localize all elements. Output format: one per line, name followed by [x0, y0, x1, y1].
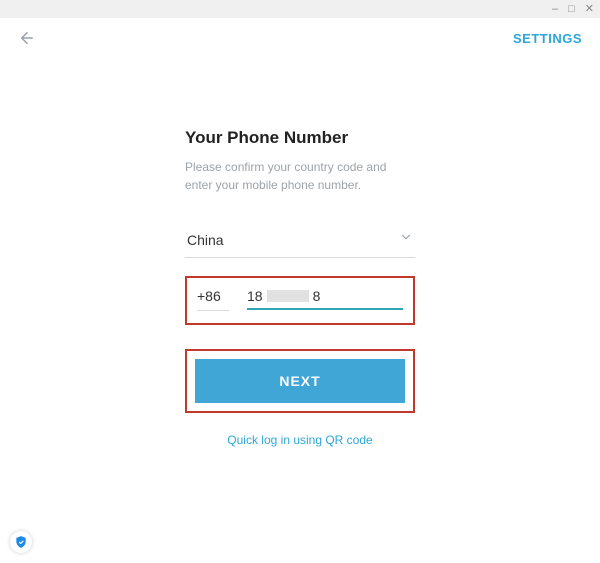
login-form: Your Phone Number Please confirm your co…	[185, 128, 415, 447]
next-highlight-box: NEXT	[185, 349, 415, 413]
country-label: China	[187, 232, 224, 248]
window-titlebar: – □ ✕	[0, 0, 600, 18]
phone-redacted	[267, 290, 309, 302]
country-code-field[interactable]: +86	[197, 288, 229, 311]
next-button[interactable]: NEXT	[195, 359, 405, 403]
back-arrow-icon[interactable]	[18, 29, 36, 47]
page-title: Your Phone Number	[185, 128, 415, 148]
maximize-button[interactable]: □	[568, 4, 575, 15]
phone-prefix: 18	[247, 288, 263, 304]
phone-suffix: 8	[313, 288, 321, 304]
page-subtitle: Please confirm your country code and ent…	[185, 158, 415, 194]
qr-login-link[interactable]: Quick log in using QR code	[185, 433, 415, 447]
close-button[interactable]: ✕	[585, 4, 594, 15]
country-select[interactable]: China	[185, 226, 415, 258]
content: Your Phone Number Please confirm your co…	[0, 58, 600, 447]
shield-icon[interactable]	[10, 531, 32, 553]
settings-link[interactable]: SETTINGS	[513, 31, 582, 46]
topbar: SETTINGS	[0, 18, 600, 58]
phone-highlight-box: +86 18 8	[185, 276, 415, 325]
minimize-button[interactable]: –	[552, 4, 558, 15]
phone-row: +86 18 8	[197, 288, 403, 311]
phone-number-field[interactable]: 18 8	[247, 288, 403, 310]
chevron-down-icon	[399, 230, 413, 249]
